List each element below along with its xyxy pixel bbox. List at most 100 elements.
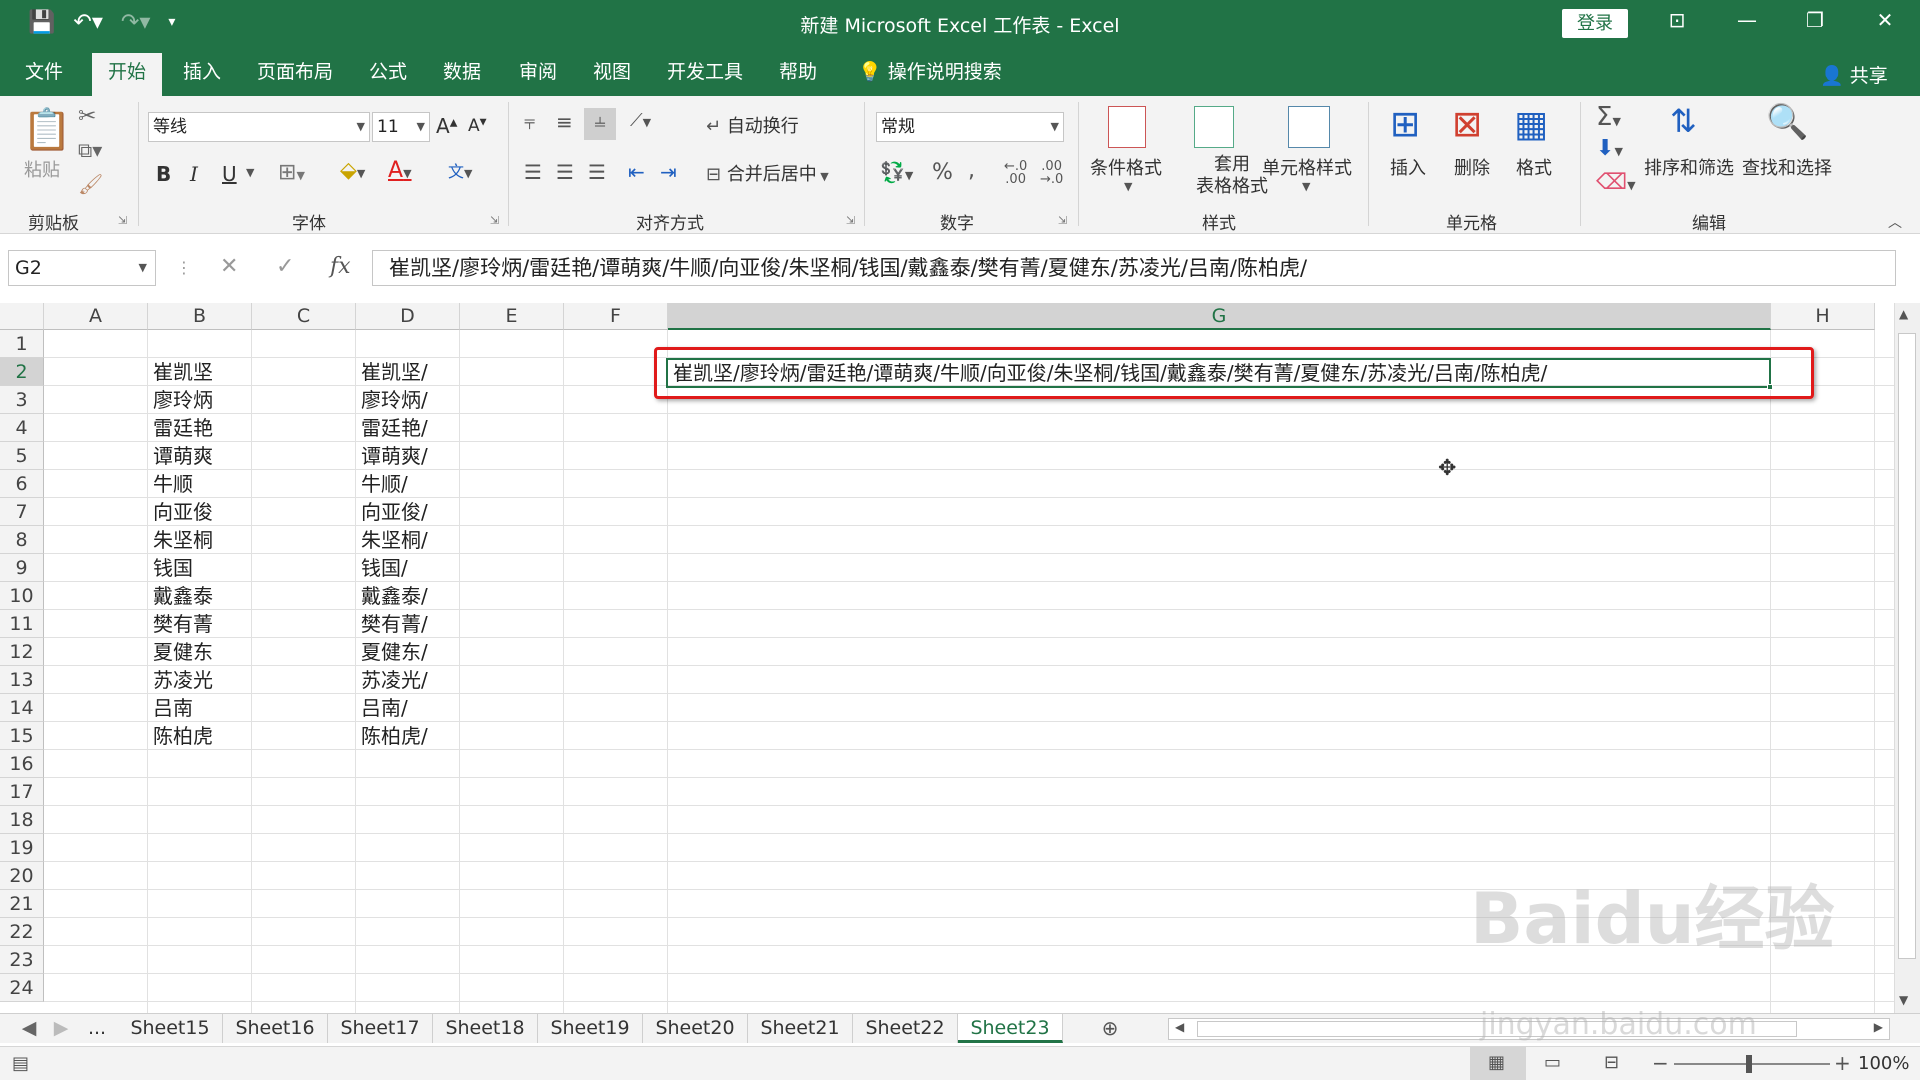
borders-icon[interactable]: ⊞▼ (278, 160, 305, 185)
cell-b15[interactable]: 陈柏虎 (148, 722, 252, 750)
macro-record-icon[interactable]: ▤ (12, 1053, 29, 1074)
format-cells-icon[interactable]: ▦ (1514, 104, 1548, 145)
cut-icon[interactable]: ✂ (78, 104, 96, 129)
sheet-tab-sheet15[interactable]: Sheet15 (118, 1014, 223, 1043)
delete-cells-button[interactable]: 删除 (1454, 154, 1490, 180)
collapse-ribbon-icon[interactable]: ︿ (1888, 212, 1902, 232)
new-sheet-icon[interactable]: ⊕ (1092, 1014, 1128, 1043)
dialog-launcher-icon[interactable]: ⇲ (846, 214, 855, 227)
tab-formulas[interactable]: 公式 (360, 47, 416, 96)
page-layout-view-icon[interactable]: ▭ (1544, 1052, 1561, 1073)
phonetic-icon[interactable]: 文▼ (448, 158, 472, 182)
column-header-h[interactable]: H (1771, 303, 1875, 330)
align-middle-icon[interactable]: ≡ (556, 110, 573, 134)
tell-me-search[interactable]: 💡 操作说明搜索 (858, 47, 1018, 96)
sort-filter-button[interactable]: 排序和筛选 (1644, 154, 1734, 180)
row-header-16[interactable]: 16 (0, 750, 44, 778)
row-header-19[interactable]: 19 (0, 834, 44, 862)
cell-d3[interactable]: 廖玲炳/ (356, 386, 460, 414)
row-header-15[interactable]: 15 (0, 722, 44, 750)
row-header-22[interactable]: 22 (0, 918, 44, 946)
row-header-4[interactable]: 4 (0, 414, 44, 442)
row-header-12[interactable]: 12 (0, 638, 44, 666)
find-select-icon[interactable]: 🔍 (1766, 102, 1808, 142)
sheet-tab-sheet18[interactable]: Sheet18 (433, 1014, 538, 1043)
underline-dropdown-icon[interactable]: ▼ (246, 166, 254, 179)
cancel-icon[interactable]: ✕ (220, 254, 238, 279)
increase-decimal-icon[interactable]: ←.0.00 (1004, 160, 1027, 186)
row-header-14[interactable]: 14 (0, 694, 44, 722)
cell-b2[interactable]: 崔凯坚 (148, 358, 252, 386)
row-header-21[interactable]: 21 (0, 890, 44, 918)
tab-insert[interactable]: 插入 (174, 47, 230, 96)
cell-b6[interactable]: 牛顺 (148, 470, 252, 498)
row-header-20[interactable]: 20 (0, 862, 44, 890)
row-header-8[interactable]: 8 (0, 526, 44, 554)
format-as-table-icon[interactable] (1194, 106, 1234, 148)
enter-icon[interactable]: ✓ (276, 254, 294, 279)
cell-d11[interactable]: 樊有菁/ (356, 610, 460, 638)
tab-developer[interactable]: 开发工具 (660, 47, 750, 96)
format-as-table-button[interactable]: 套用 表格格式 (1196, 154, 1268, 198)
scroll-down-icon[interactable]: ▼ (1899, 993, 1908, 1007)
merge-center-button[interactable]: ⊟ 合并后居中 ▼ (706, 160, 829, 186)
row-header-6[interactable]: 6 (0, 470, 44, 498)
sheet-tab-sheet23[interactable]: Sheet23 (958, 1014, 1063, 1043)
cell-d15[interactable]: 陈柏虎/ (356, 722, 460, 750)
fill-color-icon[interactable]: ⬙▼ (340, 158, 365, 183)
accounting-format-icon[interactable]: 💱▼ (880, 160, 913, 184)
sheet-tab-sheet17[interactable]: Sheet17 (328, 1014, 433, 1043)
cell-b10[interactable]: 戴鑫泰 (148, 582, 252, 610)
formula-input[interactable]: 崔凯坚/廖玲炳/雷廷艳/谭萌爽/牛顺/向亚俊/朱坚桐/钱国/戴鑫泰/樊有菁/夏健… (372, 250, 1896, 286)
font-size-select[interactable]: 11 ▼ (372, 112, 430, 142)
more-sheets-icon[interactable]: ... (80, 1014, 114, 1043)
conditional-formatting-icon[interactable] (1108, 106, 1146, 148)
column-header-d[interactable]: D (356, 303, 460, 330)
sort-filter-icon[interactable]: ⇅ (1670, 102, 1697, 140)
align-right-icon[interactable]: ☰ (588, 160, 606, 184)
column-header-f[interactable]: F (564, 303, 668, 330)
cell-d2[interactable]: 崔凯坚/ (356, 358, 460, 386)
cell-b7[interactable]: 向亚俊 (148, 498, 252, 526)
worksheet-grid[interactable]: A B C D E F G H 1 2 3 4 5 6 7 8 9 10 11 12 13 14 15 16 1… (0, 303, 1920, 1013)
cell-d8[interactable]: 朱坚桐/ (356, 526, 460, 554)
row-header-5[interactable]: 5 (0, 442, 44, 470)
cell-d10[interactable]: 戴鑫泰/ (356, 582, 460, 610)
minimize-icon[interactable]: — (1732, 8, 1762, 32)
font-name-select[interactable]: 等线 ▼ (148, 112, 370, 142)
column-header-e[interactable]: E (460, 303, 564, 330)
scroll-thumb[interactable] (1898, 333, 1916, 959)
page-break-view-icon[interactable]: ⊟ (1604, 1052, 1619, 1073)
dialog-launcher-icon[interactable]: ⇲ (490, 214, 499, 227)
cell-styles-button[interactable]: 单元格样式 (1262, 154, 1352, 180)
cell-b3[interactable]: 廖玲炳 (148, 386, 252, 414)
normal-view-button[interactable]: ▦ (1470, 1047, 1526, 1080)
cell-d7[interactable]: 向亚俊/ (356, 498, 460, 526)
row-header-2[interactable]: 2 (0, 358, 44, 386)
cell-d14[interactable]: 吕南/ (356, 694, 460, 722)
cell-b13[interactable]: 苏凌光 (148, 666, 252, 694)
underline-button[interactable]: U (222, 162, 237, 186)
clear-icon[interactable]: ⌫▼ (1596, 170, 1636, 195)
cell-d13[interactable]: 苏凌光/ (356, 666, 460, 694)
row-header-10[interactable]: 10 (0, 582, 44, 610)
zoom-slider-track[interactable] (1674, 1063, 1830, 1065)
delete-cells-icon[interactable]: ⊠ (1452, 104, 1482, 145)
sheet-tab-sheet22[interactable]: Sheet22 (853, 1014, 958, 1043)
cell-b14[interactable]: 吕南 (148, 694, 252, 722)
cell-b8[interactable]: 朱坚桐 (148, 526, 252, 554)
sheet-tab-sheet16[interactable]: Sheet16 (223, 1014, 328, 1043)
number-format-select[interactable]: 常规 ▼ (876, 112, 1064, 142)
dialog-launcher-icon[interactable]: ⇲ (118, 214, 127, 227)
cell-b11[interactable]: 樊有菁 (148, 610, 252, 638)
row-header-17[interactable]: 17 (0, 778, 44, 806)
tab-help[interactable]: 帮助 (770, 47, 826, 96)
bold-button[interactable]: B (156, 162, 171, 186)
row-header-1[interactable]: 1 (0, 330, 44, 358)
cell-d6[interactable]: 牛顺/ (356, 470, 460, 498)
paste-button[interactable]: 粘贴 (24, 156, 60, 182)
increase-indent-icon[interactable]: ⇥ (660, 160, 677, 184)
tab-file[interactable]: 文件 (18, 47, 70, 96)
cell-b5[interactable]: 谭萌爽 (148, 442, 252, 470)
fill-icon[interactable]: ⬇▼ (1596, 136, 1623, 161)
